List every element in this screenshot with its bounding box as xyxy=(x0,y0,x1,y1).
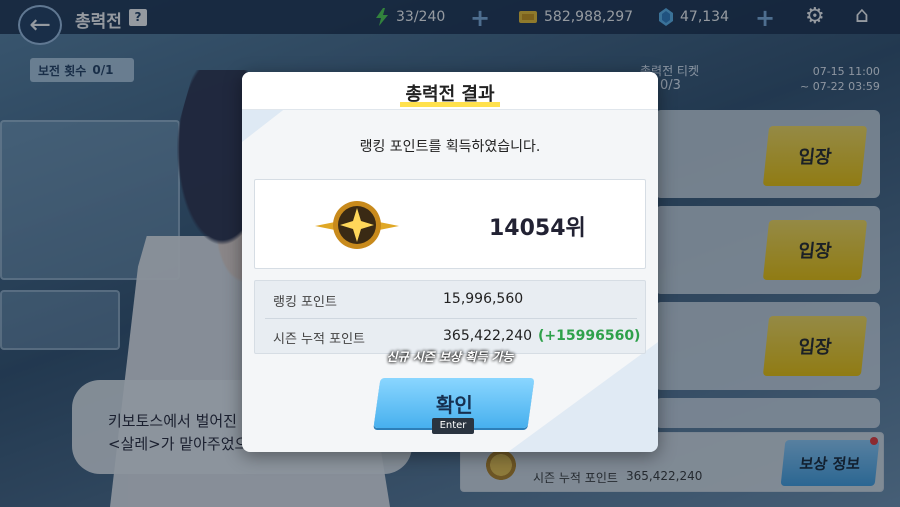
enter-key-hint: Enter xyxy=(432,418,474,434)
ranking-points-value: 15,996,560 xyxy=(443,291,524,307)
result-dialog: 총력전 결과 랭킹 포인트를 획득하였습니다. 14054위 랭킹 포인트 15… xyxy=(242,72,658,452)
ranking-points-row: 랭킹 포인트 15,996,560 xyxy=(255,281,647,318)
season-points-value: 365,422,240 xyxy=(443,328,533,344)
confirm-label: 확인 xyxy=(435,392,473,417)
ranking-points-label: 랭킹 포인트 xyxy=(273,295,337,310)
rank-medal-icon xyxy=(315,201,399,249)
rank-value: 14054위 xyxy=(489,216,586,241)
dialog-title: 총력전 결과 xyxy=(405,84,495,105)
rank-box: 14054위 xyxy=(254,179,646,269)
points-table: 랭킹 포인트 15,996,560 시즌 누적 포인트 365,422,240 … xyxy=(254,280,646,354)
season-points-delta: (+15996560) xyxy=(538,328,641,344)
dialog-message: 랭킹 포인트를 획득하였습니다. xyxy=(359,139,541,155)
reward-notice: 신규 시즌 보상 획득 가능 xyxy=(386,350,514,364)
season-points-label: 시즌 누적 포인트 xyxy=(273,332,365,347)
